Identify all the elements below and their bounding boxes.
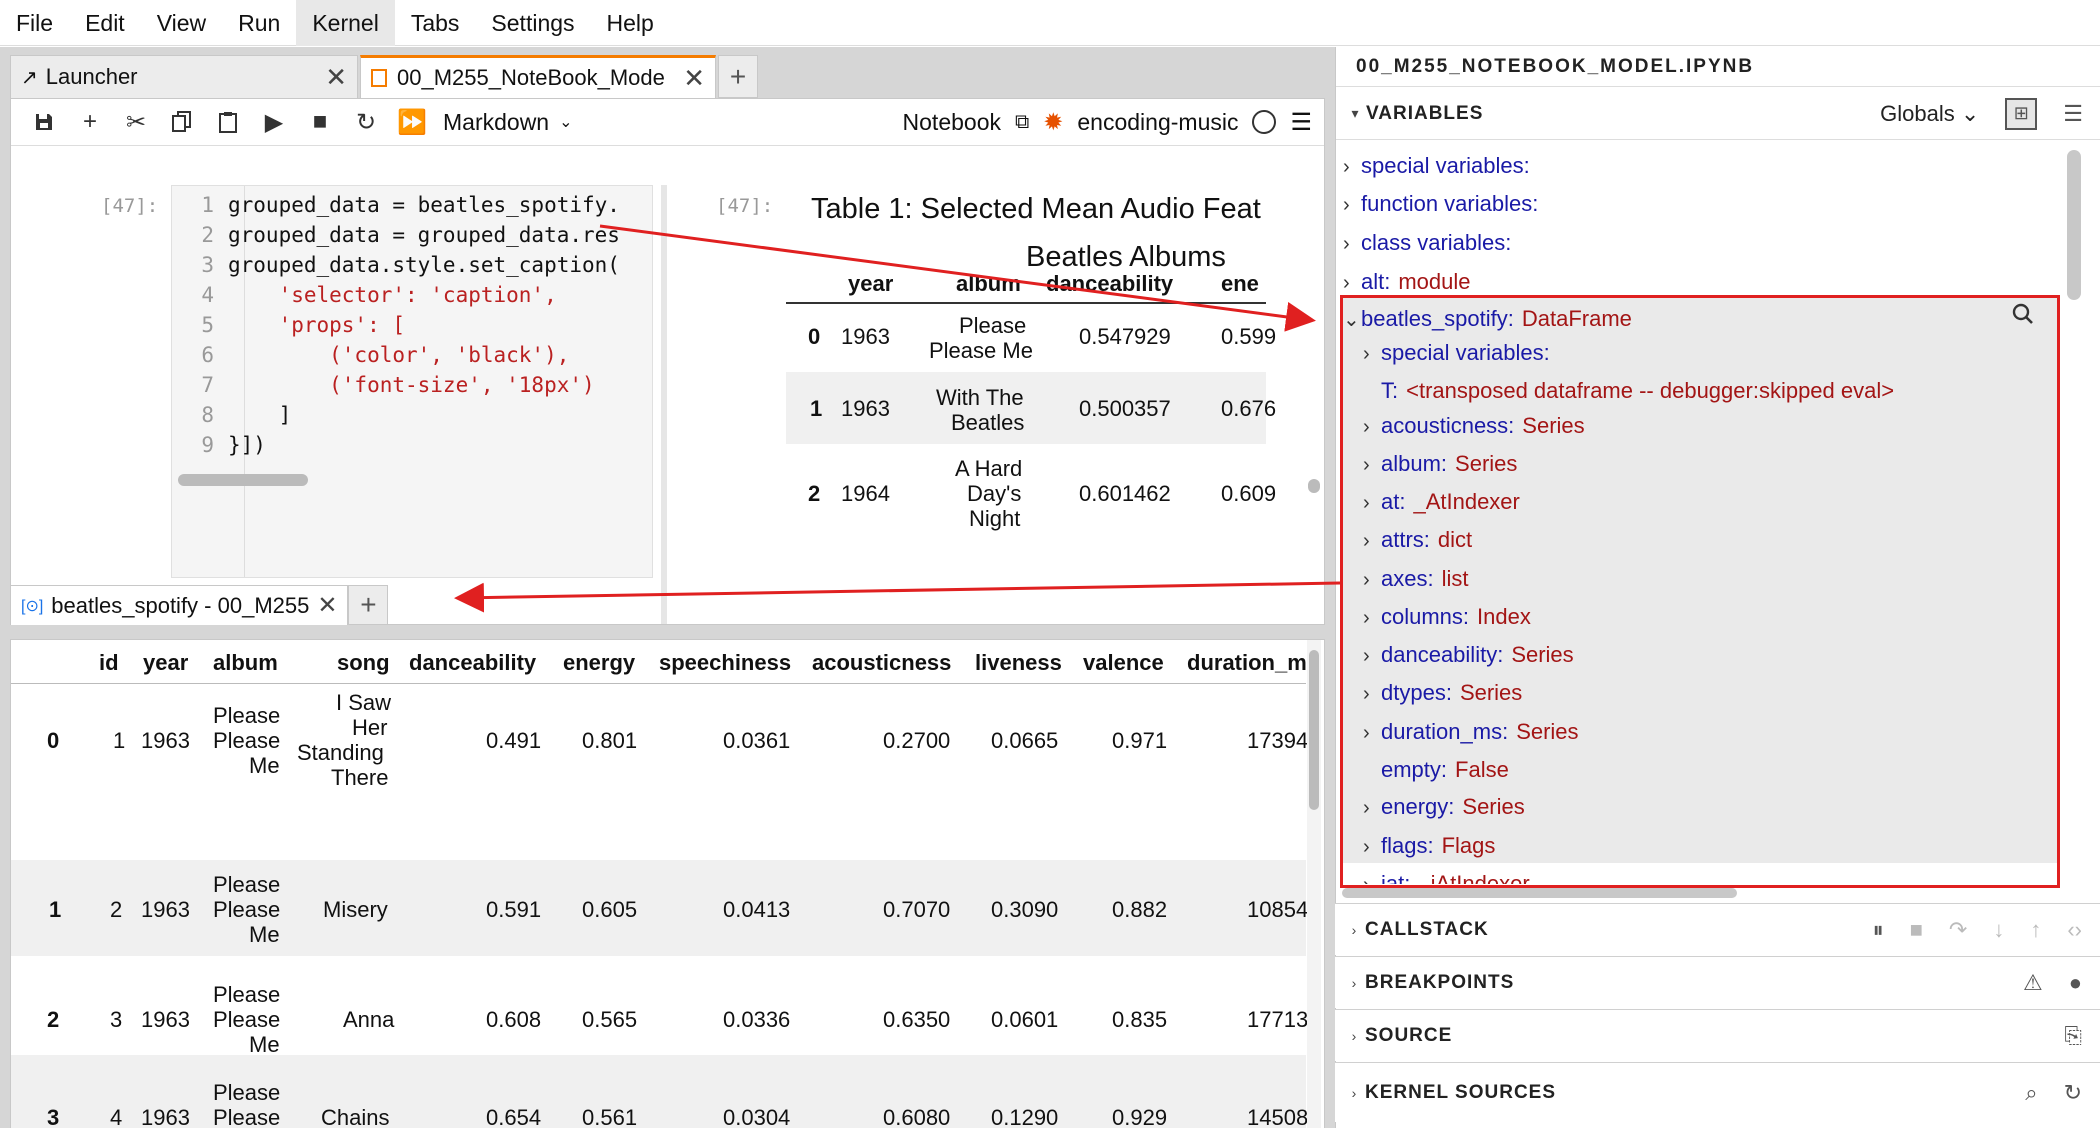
annotation-arrows <box>454 224 1341 613</box>
arrow-code-to-variables <box>599 224 1316 332</box>
arrow-variables-to-dataviewer <box>454 581 1341 613</box>
